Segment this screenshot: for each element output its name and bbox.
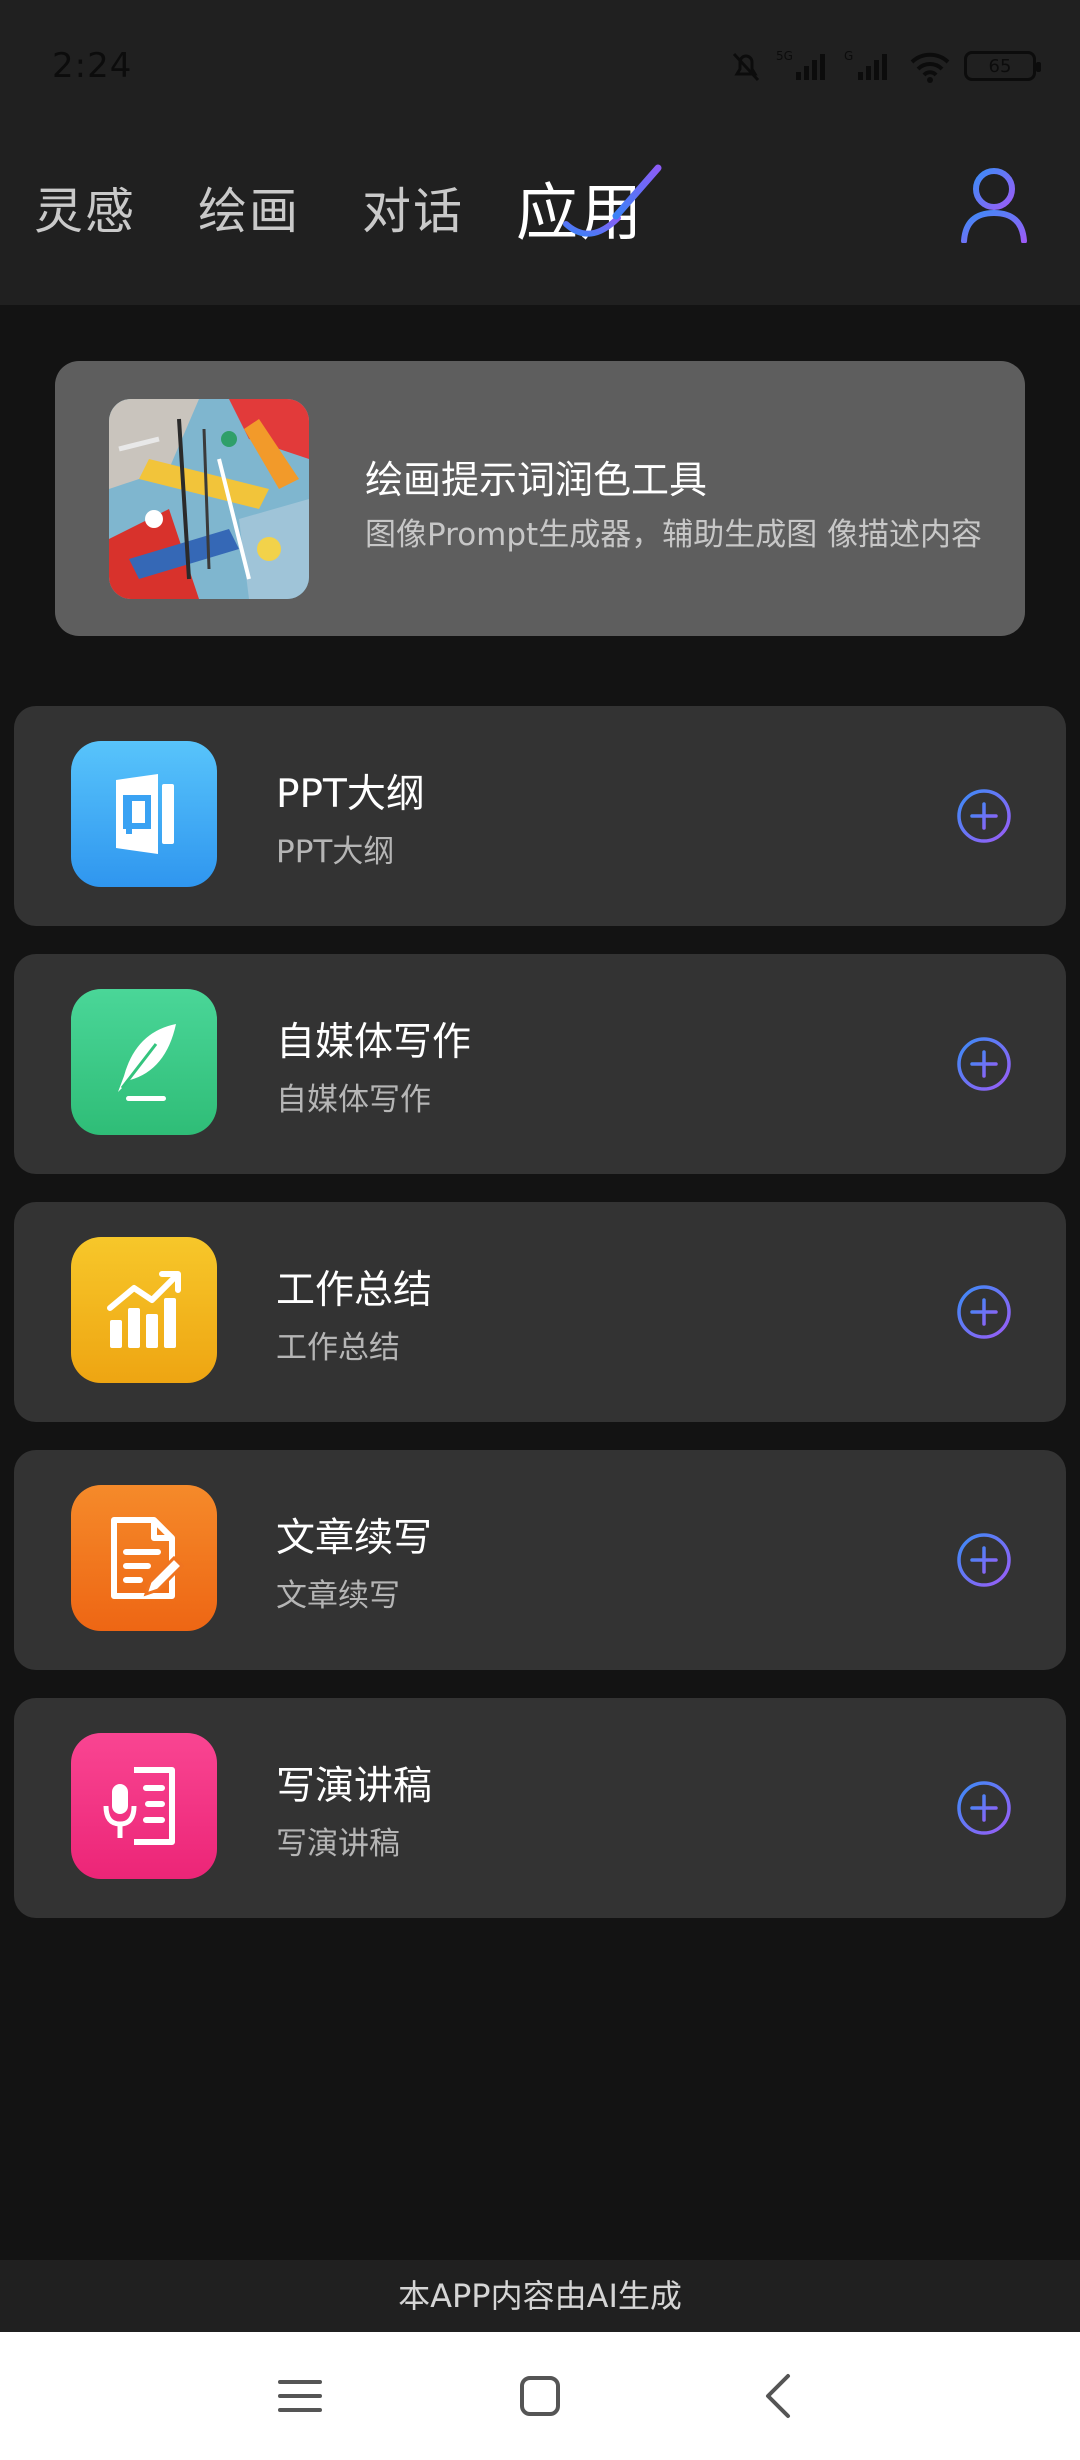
add-circle-icon[interactable] <box>956 1036 1012 1092</box>
menu-icon[interactable] <box>272 2368 328 2424</box>
status-time: 2:24 <box>52 46 133 86</box>
app-subtitle: 工作总结 <box>276 1330 400 1366</box>
active-tab-brush-icon <box>563 164 662 237</box>
app-title: PPT大纲 <box>276 772 425 817</box>
add-circle-icon[interactable] <box>956 1284 1012 1340</box>
system-navigation-bar <box>0 2332 1080 2460</box>
app-subtitle: PPT大纲 <box>276 834 395 870</box>
document-edit-icon <box>71 1485 217 1631</box>
microphone-icon <box>71 1733 217 1879</box>
app-card-media-writing[interactable]: 自媒体写作 自媒体写作 <box>14 954 1066 1174</box>
app-subtitle: 写演讲稿 <box>276 1826 400 1862</box>
ppt-icon <box>71 741 217 887</box>
app-subtitle: 自媒体写作 <box>276 1082 431 1118</box>
app-title: 文章续写 <box>276 1516 433 1561</box>
signal-5g-icon: 5G <box>776 49 825 80</box>
tab-chat[interactable]: 对话 <box>362 172 464 243</box>
add-circle-icon[interactable] <box>956 1780 1012 1836</box>
mute-bell-icon <box>732 52 760 82</box>
profile-icon[interactable] <box>958 165 1030 243</box>
app-title: 写演讲稿 <box>276 1764 433 1809</box>
battery-level: 65 <box>988 55 1012 77</box>
featured-tool-subtitle: 图像Prompt生成器，辅助生成图 像描述内容 <box>365 517 983 553</box>
chart-icon <box>71 1237 217 1383</box>
abstract-painting-thumbnail <box>109 399 309 599</box>
status-icons: 5G G 65 <box>728 46 1041 86</box>
feather-icon <box>71 989 217 1135</box>
wifi-icon <box>910 52 950 83</box>
battery-icon: 65 <box>964 51 1041 81</box>
status-bar: 2:24 5G G 65 <box>0 0 1080 140</box>
app-card-ppt-outline[interactable]: PPT大纲 PPT大纲 <box>14 706 1066 926</box>
featured-tool-card[interactable]: 绘画提示词润色工具 图像Prompt生成器，辅助生成图 像描述内容 <box>55 361 1025 636</box>
svg-text:5G: 5G <box>776 49 793 63</box>
add-circle-icon[interactable] <box>956 1532 1012 1588</box>
app-card-work-summary[interactable]: 工作总结 工作总结 <box>14 1202 1066 1422</box>
featured-tool-title: 绘画提示词润色工具 <box>365 458 708 502</box>
app-title: 工作总结 <box>276 1268 433 1313</box>
ai-generated-notice: 本APP内容由AI生成 <box>0 2260 1080 2332</box>
tab-painting[interactable]: 绘画 <box>198 172 300 243</box>
app-card-speech-writing[interactable]: 写演讲稿 写演讲稿 <box>14 1698 1066 1918</box>
signal-g-icon: G <box>844 49 887 80</box>
add-circle-icon[interactable] <box>956 788 1012 844</box>
app-card-article-continuation[interactable]: 文章续写 文章续写 <box>14 1450 1066 1670</box>
back-icon[interactable] <box>752 2368 808 2424</box>
tab-inspiration[interactable]: 灵感 <box>34 172 136 243</box>
svg-text:G: G <box>844 49 853 63</box>
app-title: 自媒体写作 <box>276 1020 472 1065</box>
app-subtitle: 文章续写 <box>276 1578 400 1614</box>
home-icon[interactable] <box>512 2368 568 2424</box>
